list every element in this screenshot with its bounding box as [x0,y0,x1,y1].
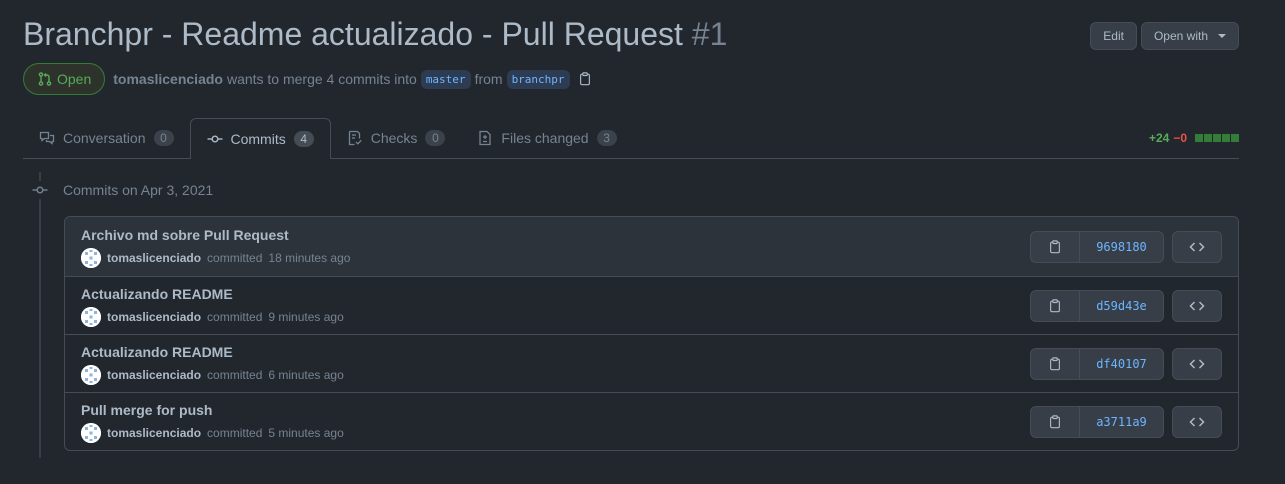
tab-files-changed-count: 3 [596,130,617,146]
tab-checks-label: Checks [370,130,418,146]
commit-row: Pull merge for push tomaslicenciado comm… [65,392,1238,450]
diffstat-blocks [1195,134,1239,142]
avatar[interactable] [81,247,101,268]
commit-time: 18 minutes ago [268,250,351,265]
pr-meta: tomaslicenciado wants to merge 4 commits… [113,69,592,89]
merge-text: wants to merge 4 commits into [226,71,417,87]
diffstat: +24 −0 [1149,118,1239,158]
copy-sha-button[interactable] [1031,348,1080,379]
pr-header: Branchpr - Readme actualizado - Pull Req… [23,14,1239,95]
caret-down-icon [1218,34,1226,38]
diffstat-block [1213,134,1221,142]
browse-repo-button[interactable] [1172,230,1222,263]
clipboard-icon [1050,414,1060,428]
commit-action: committed [207,367,263,382]
commit-message[interactable]: Actualizando README [81,285,344,303]
tab-checks[interactable]: Checks 0 [331,118,462,158]
commit-author[interactable]: tomaslicenciado [107,426,201,440]
tab-conversation-label: Conversation [63,130,146,146]
diffstat-block [1195,134,1203,142]
copy-sha-button[interactable] [1031,231,1080,262]
open-with-label: Open with [1153,29,1208,43]
base-branch[interactable]: master [420,69,471,89]
commit-time: 6 minutes ago [268,367,344,382]
from-text: from [474,71,503,87]
commit-message[interactable]: Actualizando README [81,343,344,361]
code-icon [1189,241,1205,252]
diffstat-block [1231,134,1239,142]
tab-commits-label: Commits [230,131,286,147]
commit-list: Archivo md sobre Pull Request tomaslicen… [64,216,1239,451]
commit-author[interactable]: tomaslicenciado [107,368,201,382]
tab-checks-count: 0 [425,130,446,146]
commit-row: Actualizando README tomaslicenciado comm… [65,276,1238,334]
head-branch[interactable]: branchpr [506,69,570,89]
tab-conversation[interactable]: Conversation 0 [23,118,190,158]
diffstat-block [1204,134,1212,142]
diffstat-deletions: −0 [1173,131,1187,145]
commit-action: committed [207,250,263,265]
commit-sha-link[interactable]: a3711a9 [1080,407,1163,437]
git-pull-request-icon [38,72,52,86]
browse-repo-button[interactable] [1172,347,1222,380]
browse-repo-button[interactable] [1172,289,1222,322]
tab-commits[interactable]: Commits 4 [189,118,331,159]
pr-tabs: Conversation 0 Commits 4 Checks 0 Files … [23,118,1239,159]
file-diff-icon [479,130,492,146]
commit-action: committed [207,309,263,324]
diffstat-block [1222,134,1230,142]
copy-branch-icon[interactable] [578,72,592,86]
pr-number: #1 [691,16,728,52]
pr-state-badge: Open [23,63,106,95]
edit-button[interactable]: Edit [1090,22,1137,50]
code-icon [1189,300,1205,311]
commit-action: committed [207,425,263,440]
commit-row: Actualizando README tomaslicenciado comm… [65,334,1238,392]
commit-sha-link[interactable]: 9698180 [1080,232,1163,262]
commit-author[interactable]: tomaslicenciado [107,251,201,265]
avatar[interactable] [81,422,101,443]
commit-message[interactable]: Pull merge for push [81,401,344,419]
comment-discussion-icon [39,131,55,145]
pr-title-text: Branchpr - Readme actualizado - Pull Req… [23,16,683,52]
pr-state-label: Open [57,71,92,87]
commit-sha-link[interactable]: df40107 [1080,349,1163,379]
commit-message[interactable]: Archivo md sobre Pull Request [81,226,350,244]
open-with-button[interactable]: Open with [1140,22,1239,50]
clipboard-icon [1050,356,1060,370]
tab-conversation-count: 0 [153,130,174,146]
commit-time: 9 minutes ago [268,309,344,324]
commit-author[interactable]: tomaslicenciado [107,310,201,324]
browse-repo-button[interactable] [1172,405,1222,438]
pr-title: Branchpr - Readme actualizado - Pull Req… [23,14,727,54]
avatar[interactable] [81,306,101,327]
clipboard-icon [1050,239,1060,253]
checklist-icon [348,130,362,146]
code-icon [1189,358,1205,369]
code-icon [1189,416,1205,427]
copy-sha-button[interactable] [1031,406,1080,437]
copy-sha-button[interactable] [1031,290,1080,321]
tab-commits-count: 4 [293,131,314,147]
clipboard-icon [1050,298,1060,312]
commit-group-title: Commits on Apr 3, 2021 [63,182,214,198]
avatar[interactable] [81,364,101,385]
tab-files-changed[interactable]: Files changed 3 [461,118,632,158]
commit-time: 5 minutes ago [268,425,344,440]
tab-files-changed-label: Files changed [501,130,589,146]
pr-author-link[interactable]: tomaslicenciado [113,71,223,87]
commit-row: Archivo md sobre Pull Request tomaslicen… [65,217,1238,276]
git-commit-icon [31,181,49,199]
commit-sha-link[interactable]: d59d43e [1080,291,1163,321]
git-commit-icon [207,135,222,143]
timeline-line [39,172,41,458]
diffstat-additions: +24 [1148,131,1170,145]
